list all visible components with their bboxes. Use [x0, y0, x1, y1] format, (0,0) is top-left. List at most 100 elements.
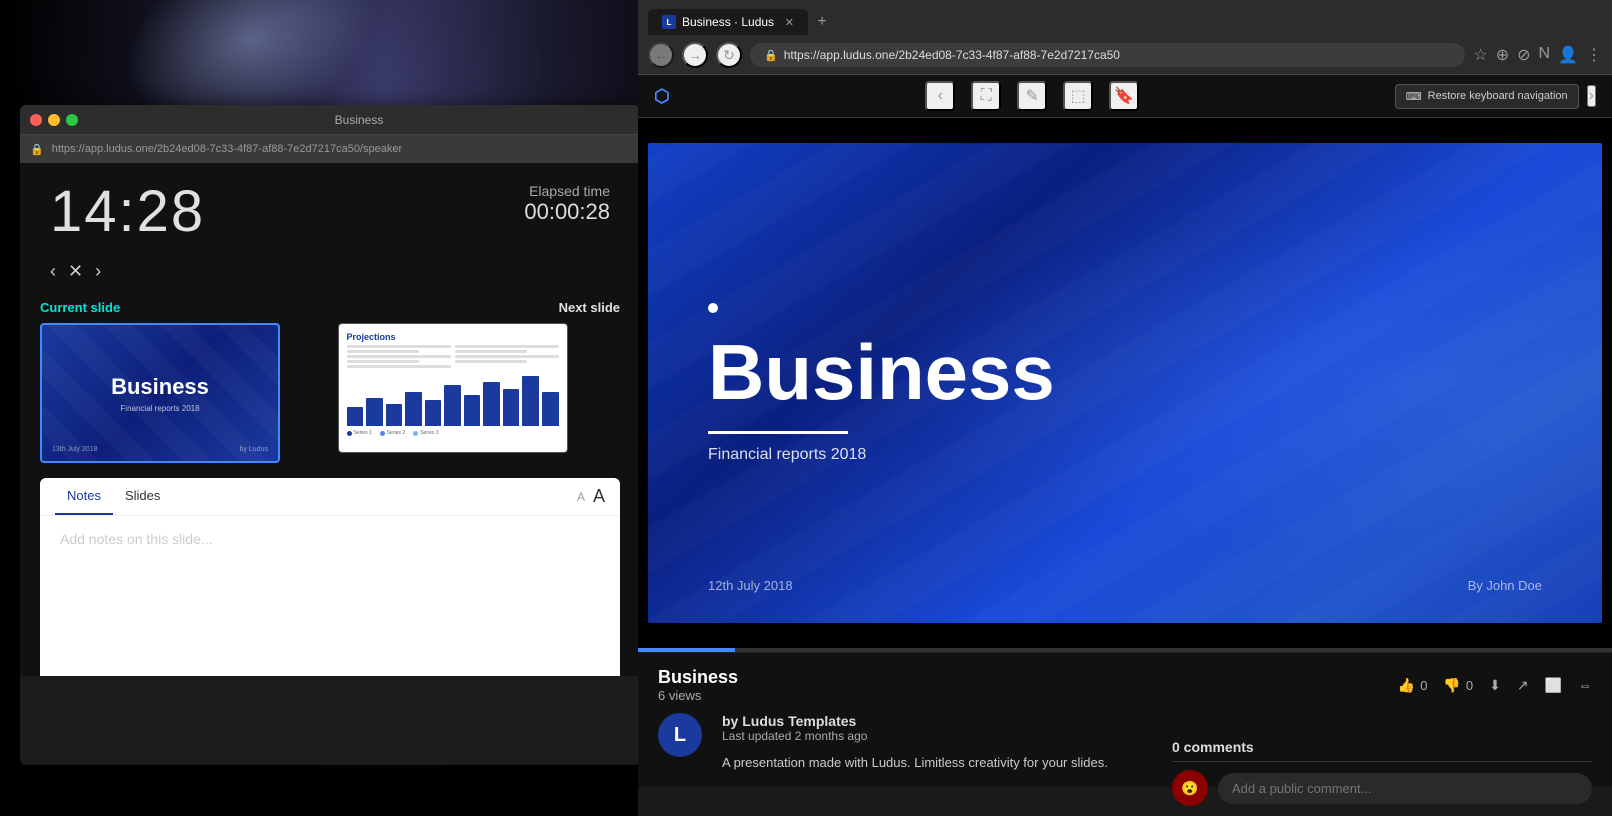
text-line [455, 350, 528, 353]
restore-keyboard-label: Restore keyboard navigation [1428, 90, 1568, 102]
browser-window: L Business · Ludus ✕ + ← → ↻ 🔒 https://a… [638, 0, 1612, 816]
legend-label-1: Series 1 [354, 430, 372, 436]
chart-bar [522, 376, 539, 426]
slide-divider-line [708, 431, 848, 434]
font-size-small[interactable]: A [577, 490, 585, 504]
chart-bar [425, 400, 442, 426]
text-line [455, 360, 528, 363]
thumbs-down-icon: 👎 [1443, 677, 1460, 694]
comment-avatar: 😮 [1172, 770, 1208, 806]
forward-button[interactable]: → [682, 42, 708, 68]
legend-label-2: Series 2 [387, 430, 405, 436]
url-text-left: https://app.ludus.one/2b24ed08-7c33-4f87… [52, 143, 402, 155]
pen-button[interactable]: ✎ [1017, 81, 1047, 111]
pres-toolbar-right: ⌨ Restore keyboard navigation › [1395, 84, 1596, 109]
prev-pres-button[interactable]: ‹ [925, 81, 955, 111]
next-slide-thumb: Projections [338, 323, 568, 453]
bookmark-pres-button[interactable]: 🔖 [1109, 81, 1139, 111]
speaker-content: 14:28 ‹ ✕ › Elapsed time 00:00:28 Curren… [20, 163, 640, 676]
notes-body[interactable]: Add notes on this slide... [40, 516, 620, 676]
legend-item-3: Series 3 [413, 430, 438, 436]
main-slide-subtitle: Financial reports 2018 [708, 446, 1542, 464]
font-size-large[interactable]: A [593, 486, 605, 507]
slide-date: 12th July 2018 [708, 578, 793, 593]
chart-bar [386, 404, 403, 426]
comments-section: 0 comments 😮 [1172, 739, 1592, 806]
comment-input[interactable] [1218, 773, 1592, 804]
pres-next-button[interactable]: › [1587, 85, 1596, 107]
notes-placeholder: Add notes on this slide... [60, 531, 600, 547]
expand-icon: ⇔ [1578, 677, 1592, 693]
tab-notes[interactable]: Notes [55, 478, 113, 515]
ludus-logo: ⬡ [654, 86, 670, 107]
share-button[interactable]: ↗ [1517, 677, 1529, 694]
text-line [347, 360, 420, 363]
current-slide-date: 13th July 2018 [52, 446, 98, 453]
tab-favicon: L [662, 15, 676, 29]
maximize-dot[interactable] [66, 114, 78, 126]
tab-close-button[interactable]: ✕ [785, 16, 794, 29]
pres-toolbar-center: ‹ ⛶ ✎ ⬚ 🔖 [682, 81, 1383, 111]
url-text-right: https://app.ludus.one/2b24ed08-7c33-4f87… [784, 48, 1120, 62]
timer-controls: ‹ ✕ › [50, 261, 205, 282]
next-slide-inner: Projections [339, 324, 567, 452]
video-title: Business [658, 667, 738, 688]
text-line [347, 350, 420, 353]
tab-slides[interactable]: Slides [113, 478, 172, 515]
dislike-button[interactable]: 👎 0 [1443, 677, 1473, 694]
slide-author: By John Doe [1468, 578, 1542, 593]
extension-icon-2[interactable]: ⊘ [1517, 45, 1530, 65]
video-title-group: Business 6 views [658, 667, 738, 703]
chart-area [347, 376, 559, 426]
slide-dot [708, 303, 718, 313]
chart-bar [405, 392, 422, 426]
extension-icon-1[interactable]: ⊕ [1496, 45, 1509, 65]
active-browser-tab[interactable]: L Business · Ludus ✕ [648, 9, 808, 35]
tab-title: Business · Ludus [682, 15, 774, 29]
text-line [455, 345, 559, 348]
bookmark-icon[interactable]: ☆ [1473, 45, 1487, 65]
legend-label-3: Series 3 [420, 430, 438, 436]
comment-avatar-emoji: 😮 [1181, 780, 1198, 797]
download-button[interactable]: ⬇ [1489, 677, 1501, 694]
close-button[interactable]: ✕ [68, 261, 83, 282]
refresh-button[interactable]: ↻ [716, 42, 742, 68]
mac-titlebar: Business [20, 105, 640, 135]
avatar-letter: L [674, 724, 686, 747]
minimize-dot[interactable] [48, 114, 60, 126]
channel-avatar: L [658, 713, 702, 757]
fullscreen-button[interactable]: ⛶ [971, 81, 1001, 111]
expand-button[interactable]: ⇔ [1578, 677, 1592, 693]
menu-icon[interactable]: ⋮ [1586, 45, 1602, 65]
url-bar-right[interactable]: 🔒 https://app.ludus.one/2b24ed08-7c33-4f… [750, 43, 1465, 67]
browser-toolbar: ← → ↻ 🔒 https://app.ludus.one/2b24ed08-7… [638, 36, 1612, 74]
mac-dots [30, 114, 78, 126]
dislike-count: 0 [1466, 678, 1473, 693]
prev-slide-button[interactable]: ‹ [50, 261, 56, 282]
like-button[interactable]: 👍 0 [1398, 677, 1428, 694]
restore-keyboard-button[interactable]: ⌨ Restore keyboard navigation [1395, 84, 1579, 109]
chart-bar [464, 395, 481, 426]
window-title: Business [88, 113, 630, 127]
new-tab-button[interactable]: + [808, 8, 836, 36]
extension-icon-3[interactable]: N [1539, 45, 1551, 65]
next-slide-button-left[interactable]: › [95, 261, 101, 282]
thumbs-up-icon: 👍 [1398, 677, 1415, 694]
chart-bar [444, 385, 461, 426]
back-button[interactable]: ← [648, 42, 674, 68]
save-button[interactable]: ⬜ [1545, 677, 1562, 694]
browser-tabs: L Business · Ludus ✕ + [638, 0, 1612, 36]
text-line [455, 355, 559, 358]
slide-display: Business Financial reports 2018 12th Jul… [638, 118, 1612, 648]
keyboard-icon: ⌨ [1406, 90, 1422, 103]
current-slide-logo: by Ludus [240, 446, 268, 453]
profile-icon[interactable]: 👤 [1558, 45, 1578, 65]
next-slide-section: Next slide Projections [338, 300, 621, 463]
current-slide-subtitle: Financial reports 2018 [120, 404, 199, 413]
presentation-toolbar: ⬡ ‹ ⛶ ✎ ⬚ 🔖 ⌨ Restore keyboard navigatio… [638, 75, 1612, 118]
text-col-2 [455, 345, 559, 370]
close-dot[interactable] [30, 114, 42, 126]
toolbar-icons: ☆ ⊕ ⊘ N 👤 ⋮ [1473, 45, 1602, 65]
video-title-row: Business 6 views 👍 0 👎 0 ⬇ ↗ [658, 667, 1592, 703]
select-button[interactable]: ⬚ [1063, 81, 1093, 111]
